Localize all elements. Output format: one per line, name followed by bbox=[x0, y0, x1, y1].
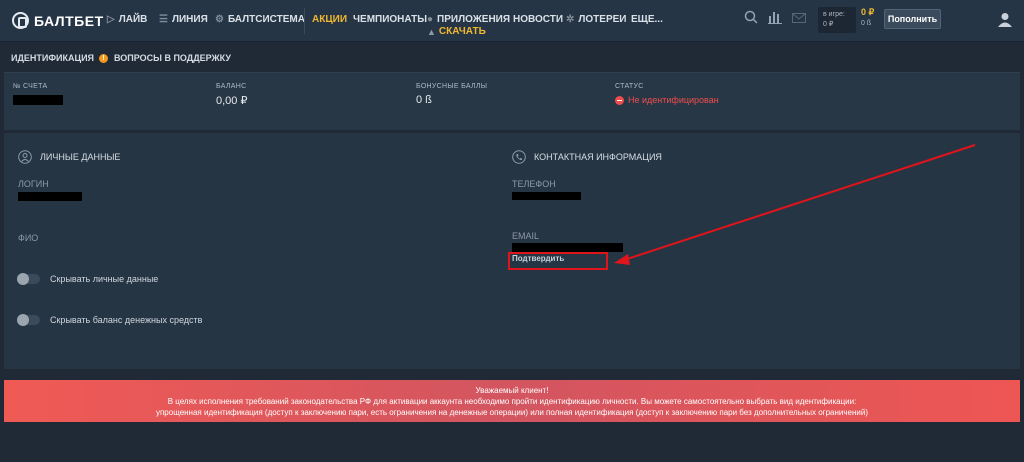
nav-baltsystem[interactable]: ⚙ БАЛТСИСТЕМА bbox=[215, 14, 305, 25]
phone-icon bbox=[512, 150, 526, 164]
user-icon[interactable] bbox=[998, 12, 1016, 30]
personal-data-heading: ЛИЧНЫЕ ДАННЫЕ bbox=[18, 150, 120, 164]
email-label: EMAIL bbox=[512, 231, 540, 241]
redacted-email bbox=[512, 243, 623, 252]
identification-warning-banner: Уважаемый клиент! В целях исполнения тре… bbox=[4, 380, 1020, 422]
logo-text: БАЛТБЕТ bbox=[34, 12, 104, 29]
fio-label: ФИО bbox=[18, 233, 39, 243]
page-bottom bbox=[0, 428, 1024, 462]
hide-balance-toggle[interactable] bbox=[17, 314, 40, 326]
system-icon: ⚙ bbox=[215, 14, 224, 25]
account-balance: БАЛАНС 0,00 ₽ bbox=[216, 83, 248, 107]
nav-championships[interactable]: ЧЕМПИОНАТЫ bbox=[353, 14, 427, 25]
phone-label: ТЕЛЕФОН bbox=[512, 179, 556, 189]
account-summary: № СЧЕТА БАЛАНС 0,00 ₽ БОНУСНЫЕ БАЛЛЫ 0 ß… bbox=[4, 72, 1020, 130]
account-number: № СЧЕТА bbox=[13, 83, 63, 110]
logo[interactable]: БАЛТБЕТ bbox=[12, 12, 104, 29]
redacted-phone bbox=[512, 192, 581, 200]
hide-personal-toggle-row[interactable]: Скрывать личные данные bbox=[17, 273, 158, 285]
hide-personal-toggle[interactable] bbox=[17, 273, 40, 285]
profile-panel: ЛИЧНЫЕ ДАННЫЕ КОНТАКТНАЯ ИНФОРМАЦИЯ ЛОГИ… bbox=[4, 133, 1020, 369]
account-status: СТАТУС Не идентифицирован bbox=[615, 83, 719, 105]
nav-apps[interactable]: ● ПРИЛОЖЕНИЯ bbox=[427, 14, 510, 25]
nav-more[interactable]: ЕЩЕ... bbox=[631, 14, 663, 25]
wallet-balance: 0 ₽ 0 ß bbox=[861, 7, 875, 27]
tab-support[interactable]: ВОПРОСЫ В ПОДДЕРЖКУ bbox=[114, 53, 231, 63]
nav-lotteries[interactable]: ✲ ЛОТЕРЕИ bbox=[566, 14, 627, 25]
nav-news[interactable]: НОВОСТИ bbox=[513, 14, 563, 25]
subtabs: ИДЕНТИФИКАЦИЯ ! ВОПРОСЫ В ПОДДЕРЖКУ bbox=[0, 42, 1024, 72]
line-icon: ☰ bbox=[159, 14, 168, 25]
account-bonus: БОНУСНЫЕ БАЛЛЫ 0 ß bbox=[416, 83, 488, 106]
blocked-icon bbox=[615, 95, 624, 105]
search-icon[interactable] bbox=[742, 10, 760, 28]
in-game-balance: в игре: 0 ₽ bbox=[818, 7, 856, 33]
annotation-highlight-box bbox=[508, 252, 608, 270]
nav-line[interactable]: ☰ ЛИНИЯ bbox=[159, 14, 208, 25]
live-icon: ▷ bbox=[107, 14, 115, 25]
tab-identification[interactable]: ИДЕНТИФИКАЦИЯ ! bbox=[11, 53, 109, 63]
nav-divider bbox=[304, 8, 305, 34]
redacted-account-number bbox=[13, 95, 63, 105]
nav-live[interactable]: ▷ ЛАЙВ bbox=[107, 14, 147, 25]
person-icon bbox=[18, 150, 32, 164]
redacted-login bbox=[18, 192, 82, 201]
hide-balance-toggle-row[interactable]: Скрывать баланс денежных средств bbox=[17, 314, 202, 326]
topup-button[interactable]: Пополнить bbox=[884, 9, 941, 29]
warning-icon: ! bbox=[99, 53, 109, 63]
download-link[interactable]: ▲ СКАЧАТЬ bbox=[427, 26, 486, 37]
apple-icon: ● bbox=[427, 14, 434, 25]
android-icon: ▲ bbox=[427, 26, 436, 37]
contact-info-heading: КОНТАКТНАЯ ИНФОРМАЦИЯ bbox=[512, 150, 662, 164]
stats-icon[interactable] bbox=[766, 10, 784, 28]
mail-icon[interactable] bbox=[790, 10, 808, 28]
logo-icon bbox=[12, 12, 29, 29]
nav-promotions[interactable]: АКЦИИ bbox=[312, 14, 347, 25]
lottery-icon: ✲ bbox=[566, 14, 575, 25]
login-label: ЛОГИН bbox=[18, 179, 49, 189]
top-navbar: БАЛТБЕТ ▷ ЛАЙВ ☰ ЛИНИЯ ⚙ БАЛТСИСТЕМА АКЦ… bbox=[0, 0, 1024, 42]
status-badge: Не идентифицирован bbox=[615, 95, 719, 105]
